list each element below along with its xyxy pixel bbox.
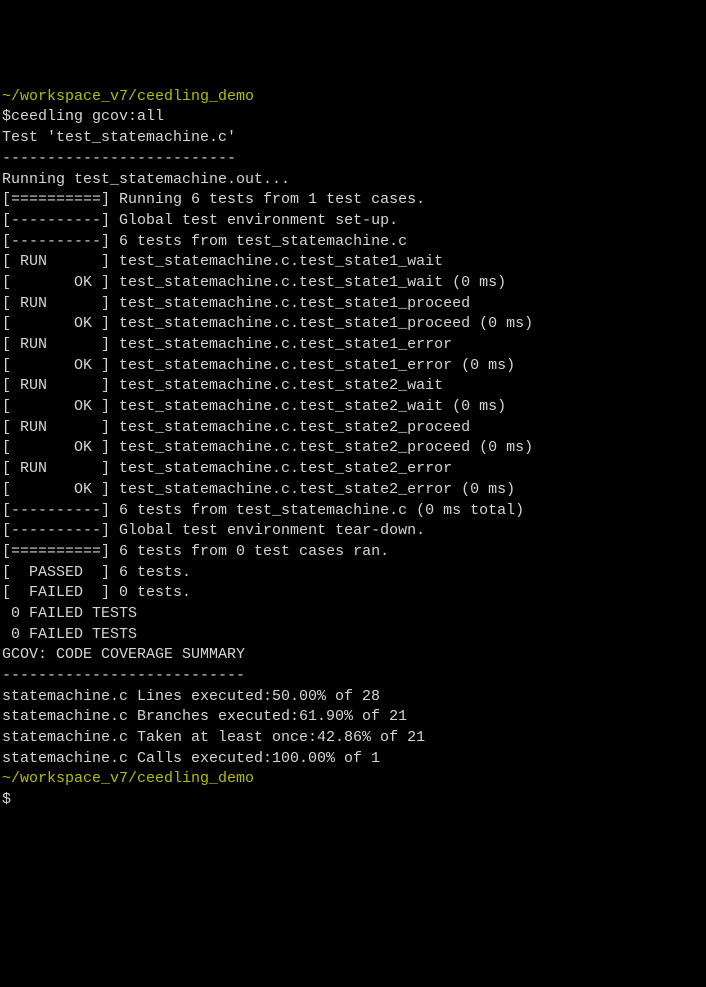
status-tag: [ RUN ] (2, 336, 110, 353)
failed-text: 0 tests. (110, 584, 191, 601)
zero-failed: 0 FAILED TESTS (2, 625, 704, 646)
status-text: test_statemachine.c.test_state1_proceed (110, 295, 470, 312)
status-text: Global test environment set-up. (110, 212, 398, 229)
status-text: test_statemachine.c.test_state2_wait (0 … (110, 398, 506, 415)
test-output-line: [ RUN ] test_statemachine.c.test_state1_… (2, 294, 704, 315)
status-text: test_statemachine.c.test_state2_error (110, 460, 452, 477)
status-tag: [ RUN ] (2, 460, 110, 477)
command-text: ceedling gcov:all (11, 108, 164, 125)
test-output-line: [ OK ] test_statemachine.c.test_state1_p… (2, 314, 704, 335)
passed-line: [ PASSED ] 6 tests. (2, 563, 704, 584)
test-header: Test 'test_statemachine.c' (2, 128, 704, 149)
teardown-line: [----------] Global test environment tea… (2, 521, 704, 542)
prompt-path: ~/workspace_v7/ceedling_demo (2, 88, 254, 105)
status-tag: [ OK ] (2, 439, 110, 456)
dash-divider: -------------------------- (2, 149, 704, 170)
test-output-line: [ RUN ] test_statemachine.c.test_state1_… (2, 252, 704, 273)
prompt-line: ~/workspace_v7/ceedling_demo (2, 769, 704, 790)
command-line: $ceedling gcov:all (2, 107, 704, 128)
status-tag: [ RUN ] (2, 419, 110, 436)
running-text: Running test_statemachine.out... (2, 170, 704, 191)
test-output-line: [ OK ] test_statemachine.c.test_state2_w… (2, 397, 704, 418)
status-tag: [ OK ] (2, 481, 110, 498)
status-tag: [==========] (2, 191, 110, 208)
gcov-header: GCOV: CODE COVERAGE SUMMARY (2, 645, 704, 666)
status-text: test_statemachine.c.test_state2_wait (110, 377, 443, 394)
status-tag: [ RUN ] (2, 295, 110, 312)
test-output-line: [ RUN ] test_statemachine.c.test_state2_… (2, 459, 704, 480)
test-output-block: [==========] Running 6 tests from 1 test… (2, 190, 704, 521)
gcov-line: statemachine.c Lines executed:50.00% of … (2, 687, 704, 708)
test-output-line: [==========] Running 6 tests from 1 test… (2, 190, 704, 211)
status-tag: [----------] (2, 522, 110, 539)
prompt-dollar-icon: $ (2, 791, 11, 808)
status-tag: [ OK ] (2, 398, 110, 415)
status-text: Running 6 tests from 1 test cases. (110, 191, 425, 208)
dash-divider: --------------------------- (2, 666, 704, 687)
status-tag: [ RUN ] (2, 253, 110, 270)
test-output-line: [ RUN ] test_statemachine.c.test_state1_… (2, 335, 704, 356)
status-tag: [----------] (2, 212, 110, 229)
passed-text: 6 tests. (110, 564, 191, 581)
status-tag: [ RUN ] (2, 377, 110, 394)
status-tag: [==========] (2, 543, 110, 560)
status-text: test_statemachine.c.test_state2_proceed … (110, 439, 533, 456)
failed-tag: [ FAILED ] (2, 584, 110, 601)
teardown-block: [----------] Global test environment tea… (2, 521, 704, 562)
test-output-line: [ RUN ] test_statemachine.c.test_state2_… (2, 376, 704, 397)
status-text: test_statemachine.c.test_state1_wait (110, 253, 443, 270)
test-output-line: [ OK ] test_statemachine.c.test_state1_w… (2, 273, 704, 294)
teardown-line: [==========] 6 tests from 0 test cases r… (2, 542, 704, 563)
test-output-line: [ RUN ] test_statemachine.c.test_state2_… (2, 418, 704, 439)
status-text: 6 tests from test_statemachine.c (0 ms t… (110, 502, 524, 519)
status-text: Global test environment tear-down. (110, 522, 425, 539)
prompt-cursor-line[interactable]: $ (2, 790, 704, 811)
prompt-path: ~/workspace_v7/ceedling_demo (2, 770, 254, 787)
test-output-line: [----------] Global test environment set… (2, 211, 704, 232)
test-output-line: [ OK ] test_statemachine.c.test_state2_p… (2, 438, 704, 459)
gcov-line: statemachine.c Calls executed:100.00% of… (2, 749, 704, 770)
status-text: test_statemachine.c.test_state2_proceed (110, 419, 470, 436)
status-tag: [----------] (2, 502, 110, 519)
status-tag: [ OK ] (2, 274, 110, 291)
status-text: 6 tests from test_statemachine.c (110, 233, 407, 250)
passed-tag: [ PASSED ] (2, 564, 110, 581)
test-output-line: [ OK ] test_statemachine.c.test_state1_e… (2, 356, 704, 377)
gcov-block: statemachine.c Lines executed:50.00% of … (2, 687, 704, 770)
status-text: test_statemachine.c.test_state1_error (0… (110, 357, 515, 374)
status-text: test_statemachine.c.test_state1_wait (0 … (110, 274, 506, 291)
status-tag: [ OK ] (2, 315, 110, 332)
failed-line: [ FAILED ] 0 tests. (2, 583, 704, 604)
prompt-line: ~/workspace_v7/ceedling_demo (2, 87, 704, 108)
test-output-line: [----------] 6 tests from test_statemach… (2, 501, 704, 522)
status-text: 6 tests from 0 test cases ran. (110, 543, 389, 560)
zero-failed: 0 FAILED TESTS (2, 604, 704, 625)
prompt-dollar-icon: $ (2, 108, 11, 125)
status-text: test_statemachine.c.test_state2_error (0… (110, 481, 515, 498)
gcov-line: statemachine.c Taken at least once:42.86… (2, 728, 704, 749)
status-text: test_statemachine.c.test_state1_error (110, 336, 452, 353)
status-tag: [----------] (2, 233, 110, 250)
status-text: test_statemachine.c.test_state1_proceed … (110, 315, 533, 332)
test-output-line: [----------] 6 tests from test_statemach… (2, 232, 704, 253)
status-tag: [ OK ] (2, 357, 110, 374)
test-output-line: [ OK ] test_statemachine.c.test_state2_e… (2, 480, 704, 501)
gcov-line: statemachine.c Branches executed:61.90% … (2, 707, 704, 728)
